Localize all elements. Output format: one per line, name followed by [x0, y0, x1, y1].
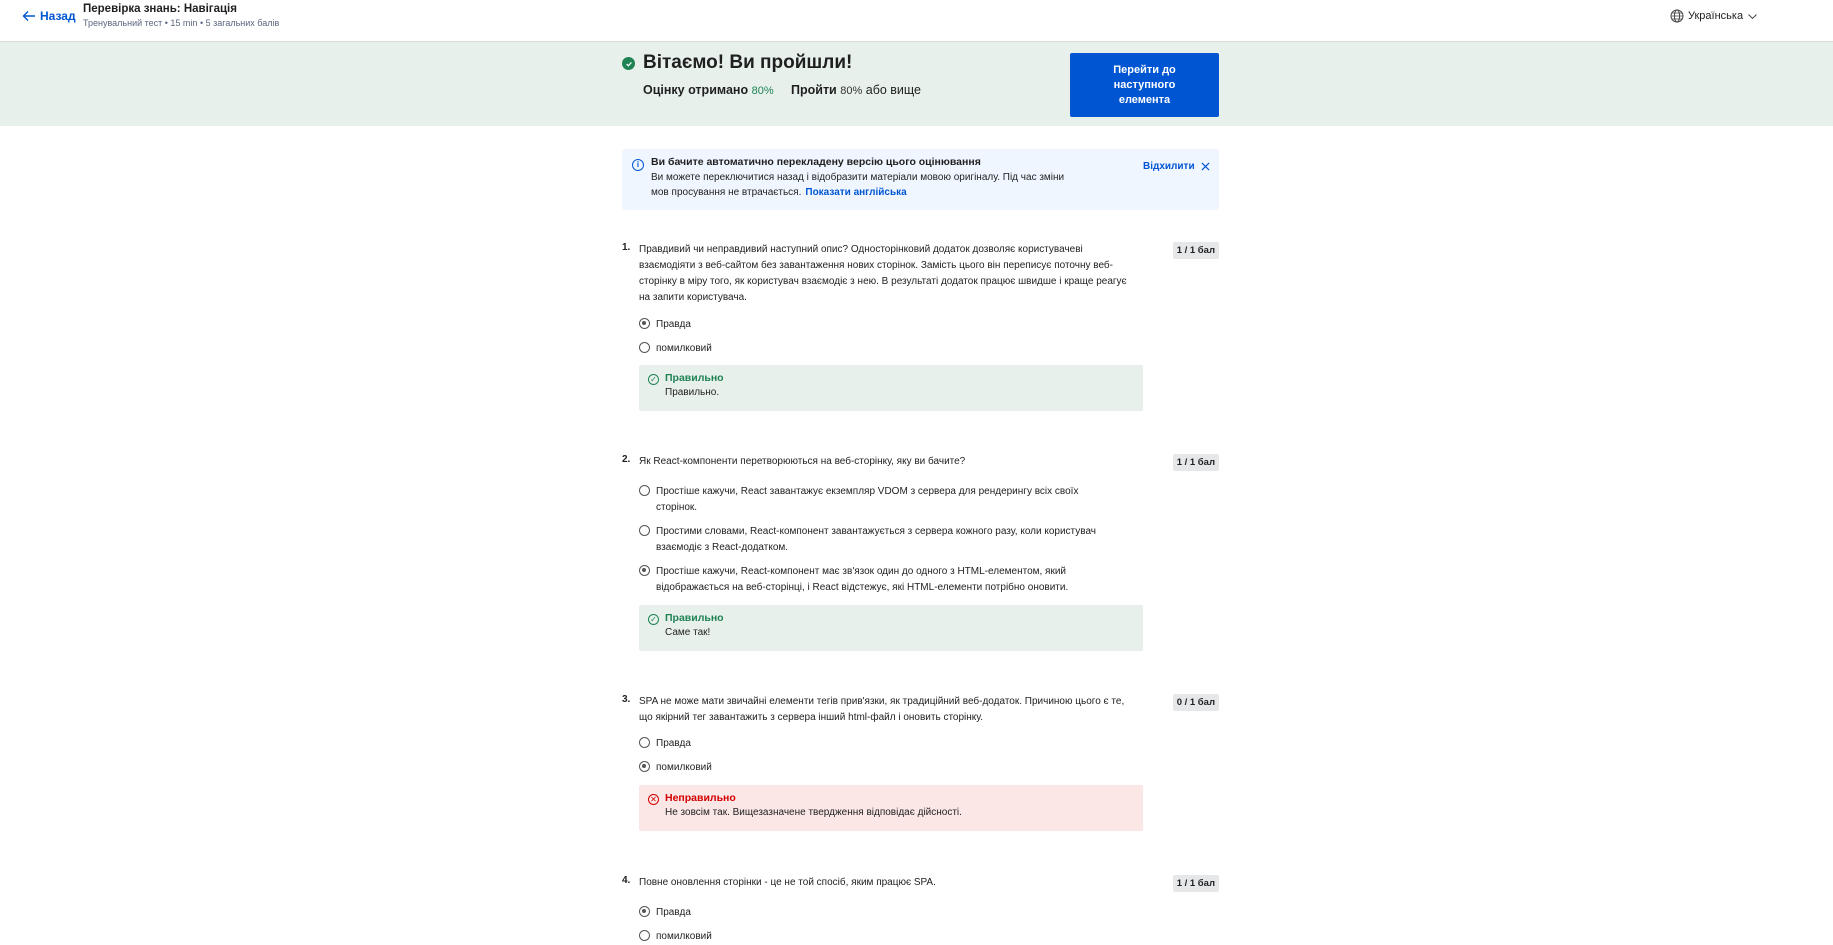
feedback-correct: ✓ Правильно Правильно.	[639, 365, 1143, 411]
option-label: Простіше кажучи, React-компонент має зв'…	[656, 566, 1069, 593]
answer-option[interactable]: Простими словами, React-компонент завант…	[639, 524, 1119, 556]
answer-option[interactable]: помилковий	[639, 341, 1119, 357]
notice-body: Ви можете переключитися назад і відобраз…	[651, 170, 1081, 200]
chevron-down-icon	[1748, 13, 1757, 19]
notice-title: Ви бачите автоматично перекладену версію…	[651, 156, 981, 168]
feedback-text: Саме так!	[665, 627, 711, 638]
top-header: Назад Перевірка знань: Навігація Тренува…	[0, 0, 1833, 42]
result-title: Вітаємо! Ви пройшли!	[643, 52, 853, 73]
answer-option[interactable]: помилковий	[639, 929, 1119, 945]
feedback-correct: ✓ Правильно Саме так!	[639, 605, 1143, 651]
question-2: 2. Як React-компоненти перетворюються на…	[622, 454, 1219, 652]
option-label: помилковий	[656, 343, 712, 354]
globe-icon	[1670, 9, 1684, 23]
next-item-button[interactable]: Перейти до наступного елемента	[1070, 53, 1219, 117]
x-circle-icon: ✕	[648, 794, 659, 805]
dismiss-label: Відхилити	[1143, 161, 1195, 172]
question-text: SPA не може мати звичайні елементи тегів…	[639, 696, 1125, 723]
feedback-incorrect: ✕ Неправильно Не зовсім так. Вищезазначе…	[639, 785, 1143, 831]
info-icon: i	[632, 159, 644, 171]
answer-option[interactable]: Правда	[639, 736, 1119, 752]
radio-unselected[interactable]	[639, 737, 650, 748]
language-label: Українська	[1688, 10, 1744, 22]
back-label: Назад	[40, 9, 76, 23]
translation-notice: i Ви бачите автоматично перекладену верс…	[622, 149, 1219, 210]
feedback-title: Правильно	[665, 612, 724, 624]
pass-value: 80%	[840, 85, 863, 97]
close-icon	[1201, 162, 1210, 171]
grade-summary: Оцінку отримано 80% Пройти 80% або вище	[643, 83, 921, 97]
radio-unselected[interactable]	[639, 930, 650, 941]
question-number: 1.	[622, 242, 631, 253]
feedback-title: Правильно	[665, 372, 724, 384]
question-1: 1. Правдивий чи неправдивий наступний оп…	[622, 242, 1219, 412]
question-text: Повне оновлення сторінки - це не той спо…	[639, 877, 936, 888]
score-badge: 1 / 1 бал	[1172, 454, 1219, 471]
option-label: помилковий	[656, 762, 712, 773]
score-badge: 1 / 1 бал	[1172, 242, 1219, 259]
option-label: Простіше кажучи, React завантажує екземп…	[656, 486, 1079, 513]
score-badge: 0 / 1 бал	[1172, 694, 1219, 711]
pass-suffix: або вище	[865, 83, 922, 97]
question-number: 4.	[622, 875, 631, 886]
radio-selected[interactable]	[639, 906, 650, 917]
page-title: Перевірка знань: Навігація	[83, 3, 237, 15]
radio-unselected[interactable]	[639, 525, 650, 536]
pass-label: Пройти	[791, 83, 837, 97]
radio-unselected[interactable]	[639, 485, 650, 496]
question-text: Як React-компоненти перетворюються на ве…	[639, 456, 966, 467]
option-label: Правда	[656, 319, 691, 330]
arrow-left-icon	[22, 11, 35, 21]
option-label: помилковий	[656, 931, 712, 942]
question-number: 3.	[622, 694, 631, 705]
question-number: 2.	[622, 454, 631, 465]
check-circle-icon: ✓	[648, 614, 659, 625]
check-circle-icon	[622, 57, 635, 70]
dismiss-button[interactable]: Відхилити	[1143, 161, 1210, 172]
grade-label: Оцінку отримано	[643, 83, 749, 97]
feedback-text: Не зовсім так. Вищезазначене твердження …	[665, 807, 962, 818]
question-text: Правдивий чи неправдивий наступний опис?…	[639, 244, 1127, 303]
question-4: 4. Повне оновлення сторінки - це не той …	[622, 875, 1219, 942]
page-subtitle: Тренувальний тест • 15 min • 5 загальних…	[83, 18, 280, 28]
option-label: Правда	[656, 738, 691, 749]
answer-option[interactable]: Простіше кажучи, React завантажує екземп…	[639, 484, 1119, 516]
radio-selected[interactable]	[639, 761, 650, 772]
option-label: Простими словами, React-компонент завант…	[656, 526, 1097, 553]
answer-option[interactable]: Правда	[639, 317, 1119, 333]
radio-selected[interactable]	[639, 318, 650, 329]
answer-option[interactable]: помилковий	[639, 760, 1119, 776]
answer-option[interactable]: Простіше кажучи, React-компонент має зв'…	[639, 564, 1119, 596]
result-banner: Вітаємо! Ви пройшли! Оцінку отримано 80%…	[0, 42, 1833, 126]
radio-selected[interactable]	[639, 565, 650, 576]
language-selector[interactable]: Українська	[1670, 9, 1758, 23]
option-label: Правда	[656, 907, 691, 918]
show-english-link[interactable]: Показати англійська	[805, 187, 906, 198]
feedback-title: Неправильно	[665, 792, 736, 804]
answer-option[interactable]: Правда	[639, 905, 1119, 921]
question-3: 3. SPA не може мати звичайні елементи те…	[622, 694, 1219, 832]
radio-unselected[interactable]	[639, 342, 650, 353]
check-circle-icon: ✓	[648, 374, 659, 385]
score-badge: 1 / 1 бал	[1172, 875, 1219, 892]
back-button[interactable]: Назад	[22, 9, 76, 23]
grade-value: 80%	[751, 85, 774, 97]
feedback-text: Правильно.	[665, 387, 720, 398]
